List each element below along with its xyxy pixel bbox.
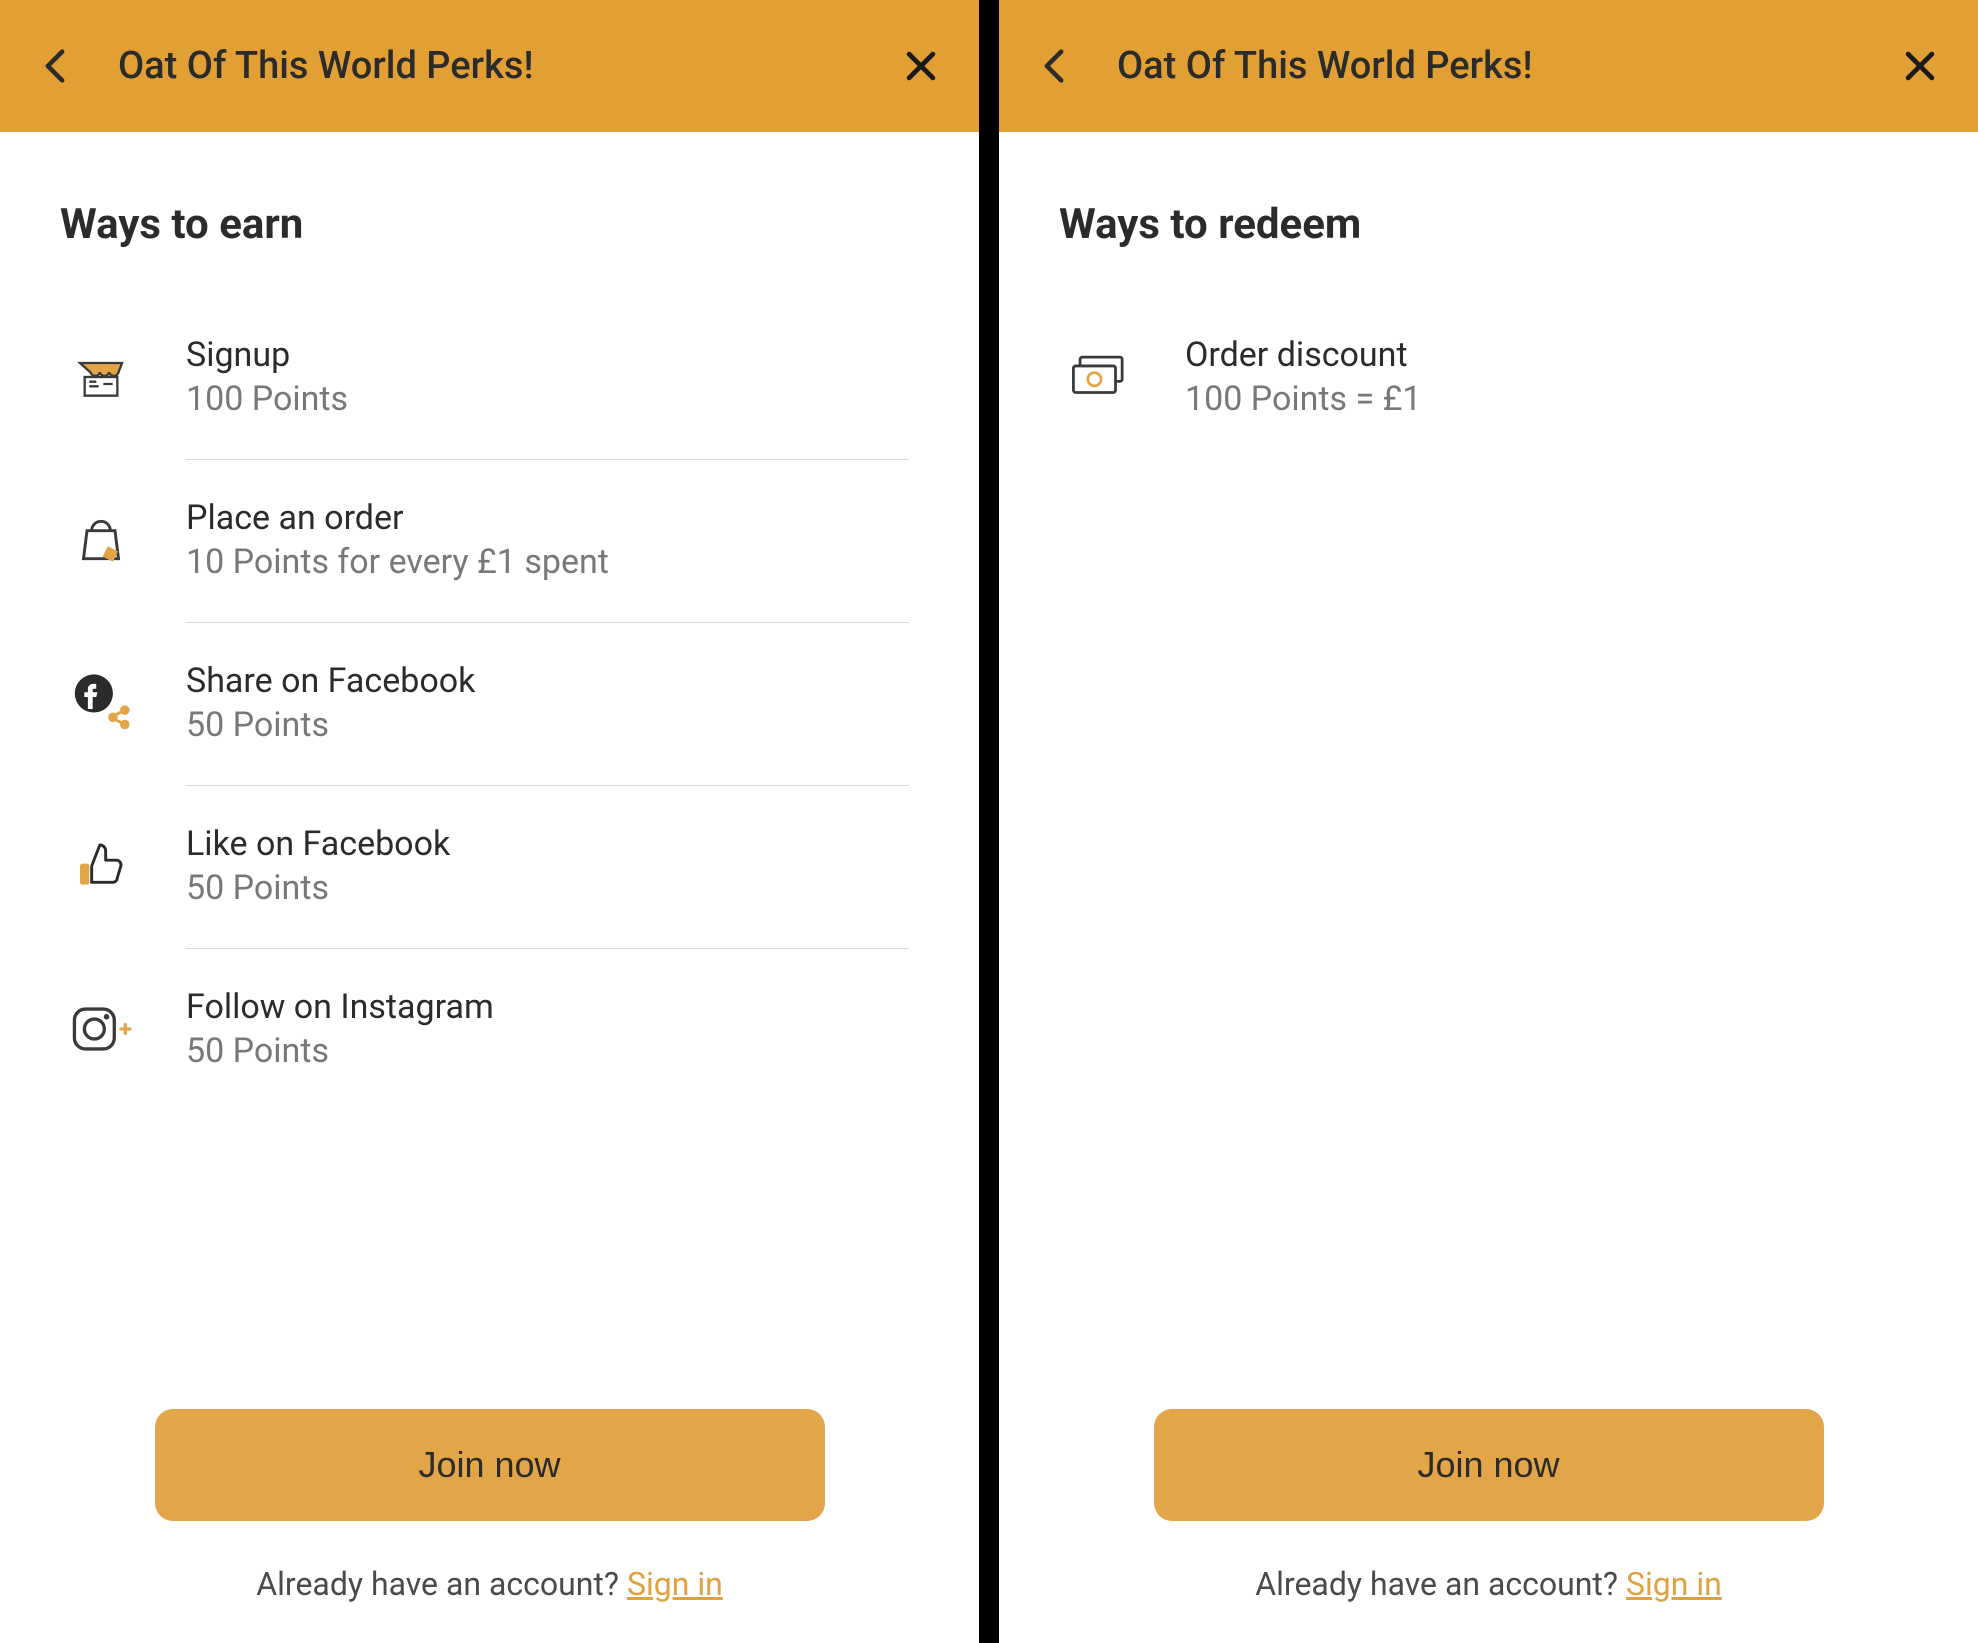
account-prompt: Already have an account? Sign in [256, 1565, 723, 1603]
join-now-button[interactable]: Join now [1154, 1409, 1824, 1521]
section-title: Ways to earn [60, 200, 919, 249]
cash-icon [1069, 346, 1131, 408]
item-title: Signup [186, 335, 348, 375]
back-button[interactable] [40, 51, 70, 81]
facebook-share-icon [70, 672, 132, 734]
close-icon [904, 49, 938, 83]
instagram-icon [70, 998, 132, 1060]
chevron-left-icon [1043, 48, 1065, 84]
store-icon [70, 346, 132, 408]
sign-in-link[interactable]: Sign in [627, 1565, 723, 1603]
earn-list: Signup 100 Points Place an order 10 Poin… [60, 317, 919, 1091]
chevron-left-icon [44, 48, 66, 84]
divider [186, 459, 909, 460]
list-item[interactable]: Place an order 10 Points for every £1 sp… [70, 480, 909, 602]
content: Ways to redeem Order discount 100 Points… [999, 132, 1978, 1369]
list-item[interactable]: Signup 100 Points [70, 317, 909, 439]
item-text: Share on Facebook 50 Points [186, 661, 475, 745]
list-item[interactable]: Order discount 100 Points = £1 [1069, 317, 1908, 439]
item-text: Place an order 10 Points for every £1 sp… [186, 498, 609, 582]
header: Oat Of This World Perks! [0, 0, 979, 132]
close-icon [1903, 49, 1937, 83]
join-now-button[interactable]: Join now [155, 1409, 825, 1521]
item-subtitle: 100 Points = £1 [1185, 379, 1422, 419]
item-subtitle: 50 Points [186, 705, 475, 745]
item-title: Like on Facebook [186, 824, 450, 864]
footer: Join now Already have an account? Sign i… [999, 1369, 1978, 1643]
close-button[interactable] [903, 48, 939, 84]
item-title: Share on Facebook [186, 661, 475, 701]
list-item[interactable]: Like on Facebook 50 Points [70, 806, 909, 928]
redeem-list: Order discount 100 Points = £1 [1059, 317, 1918, 439]
item-title: Order discount [1185, 335, 1422, 375]
divider [186, 622, 909, 623]
sign-in-link[interactable]: Sign in [1626, 1565, 1722, 1603]
item-text: Signup 100 Points [186, 335, 348, 419]
divider [186, 948, 909, 949]
header: Oat Of This World Perks! [999, 0, 1978, 132]
item-text: Like on Facebook 50 Points [186, 824, 450, 908]
panel-ways-to-earn: Oat Of This World Perks! Ways to earn Si… [0, 0, 979, 1643]
list-item[interactable]: Share on Facebook 50 Points [70, 643, 909, 765]
header-title: Oat Of This World Perks! [118, 44, 534, 88]
item-subtitle: 10 Points for every £1 spent [186, 542, 609, 582]
footer: Join now Already have an account? Sign i… [0, 1369, 979, 1643]
back-button[interactable] [1039, 51, 1069, 81]
item-text: Order discount 100 Points = £1 [1185, 335, 1422, 419]
account-text: Already have an account? [256, 1565, 627, 1603]
item-subtitle: 50 Points [186, 868, 450, 908]
divider [186, 785, 909, 786]
section-title: Ways to redeem [1059, 200, 1918, 249]
item-title: Follow on Instagram [186, 987, 494, 1027]
header-title: Oat Of This World Perks! [1117, 44, 1533, 88]
panel-ways-to-redeem: Oat Of This World Perks! Ways to redeem … [999, 0, 1978, 1643]
item-title: Place an order [186, 498, 609, 538]
account-prompt: Already have an account? Sign in [1255, 1565, 1722, 1603]
item-text: Follow on Instagram 50 Points [186, 987, 494, 1071]
thumbs-up-icon [70, 835, 132, 897]
list-item[interactable]: Follow on Instagram 50 Points [70, 969, 909, 1091]
item-subtitle: 100 Points [186, 379, 348, 419]
content: Ways to earn Signup 100 Points Place an … [0, 132, 979, 1369]
close-button[interactable] [1902, 48, 1938, 84]
item-subtitle: 50 Points [186, 1031, 494, 1071]
shopping-bag-icon [70, 509, 132, 571]
account-text: Already have an account? [1255, 1565, 1626, 1603]
